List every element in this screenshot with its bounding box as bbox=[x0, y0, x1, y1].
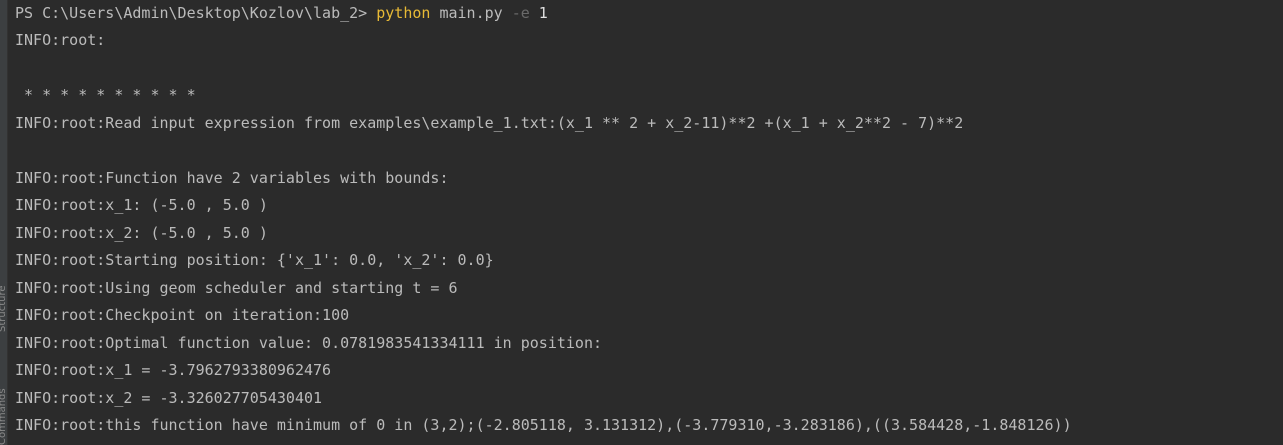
log-line: INFO:root:Checkpoint on iteration:100 bbox=[15, 306, 350, 324]
command-arg: main.py bbox=[430, 4, 512, 22]
tool-window-strip: Structure Commands bbox=[0, 0, 8, 445]
command-name: python bbox=[376, 4, 431, 22]
log-line: INFO:root:Optimal function value: 0.0781… bbox=[15, 334, 602, 352]
log-line: INFO:root:Read input expression from exa… bbox=[15, 114, 964, 132]
prompt-path: PS C:\Users\Admin\Desktop\Kozlov\lab_2> bbox=[15, 4, 377, 22]
log-line: INFO:root:Starting position: {'x_1': 0.0… bbox=[15, 251, 494, 269]
log-line: INFO:root:Using geom scheduler and start… bbox=[15, 279, 458, 297]
log-line: INFO:root:this function have minimum of … bbox=[15, 416, 1072, 434]
commands-tab[interactable]: Commands bbox=[0, 372, 8, 445]
log-line: INFO:root: bbox=[15, 31, 106, 49]
terminal-output[interactable]: PS C:\Users\Admin\Desktop\Kozlov\lab_2> … bbox=[15, 0, 1283, 445]
structure-tab[interactable]: Structure bbox=[0, 272, 8, 332]
command-flag: -e bbox=[511, 4, 530, 22]
log-line: * * * * * * * * * * bbox=[15, 86, 196, 104]
text-cursor bbox=[415, 437, 423, 445]
log-line: INFO:root:x_1 = -3.7962793380962476 bbox=[15, 361, 332, 379]
prompt-line: PS C:\Users\Admin\Desktop\Kozlov\lab_2> … bbox=[15, 0, 548, 27]
log-line: INFO:root:x_2 = -3.326027705430401 bbox=[15, 389, 323, 407]
log-line: INFO:root:x_1: (-5.0 , 5.0 ) bbox=[15, 196, 268, 214]
command-flag-value: 1 bbox=[538, 4, 548, 22]
log-line: INFO:root:Function have 2 variables with… bbox=[15, 169, 449, 187]
log-line: INFO:root:x_2: (-5.0 , 5.0 ) bbox=[15, 224, 268, 242]
